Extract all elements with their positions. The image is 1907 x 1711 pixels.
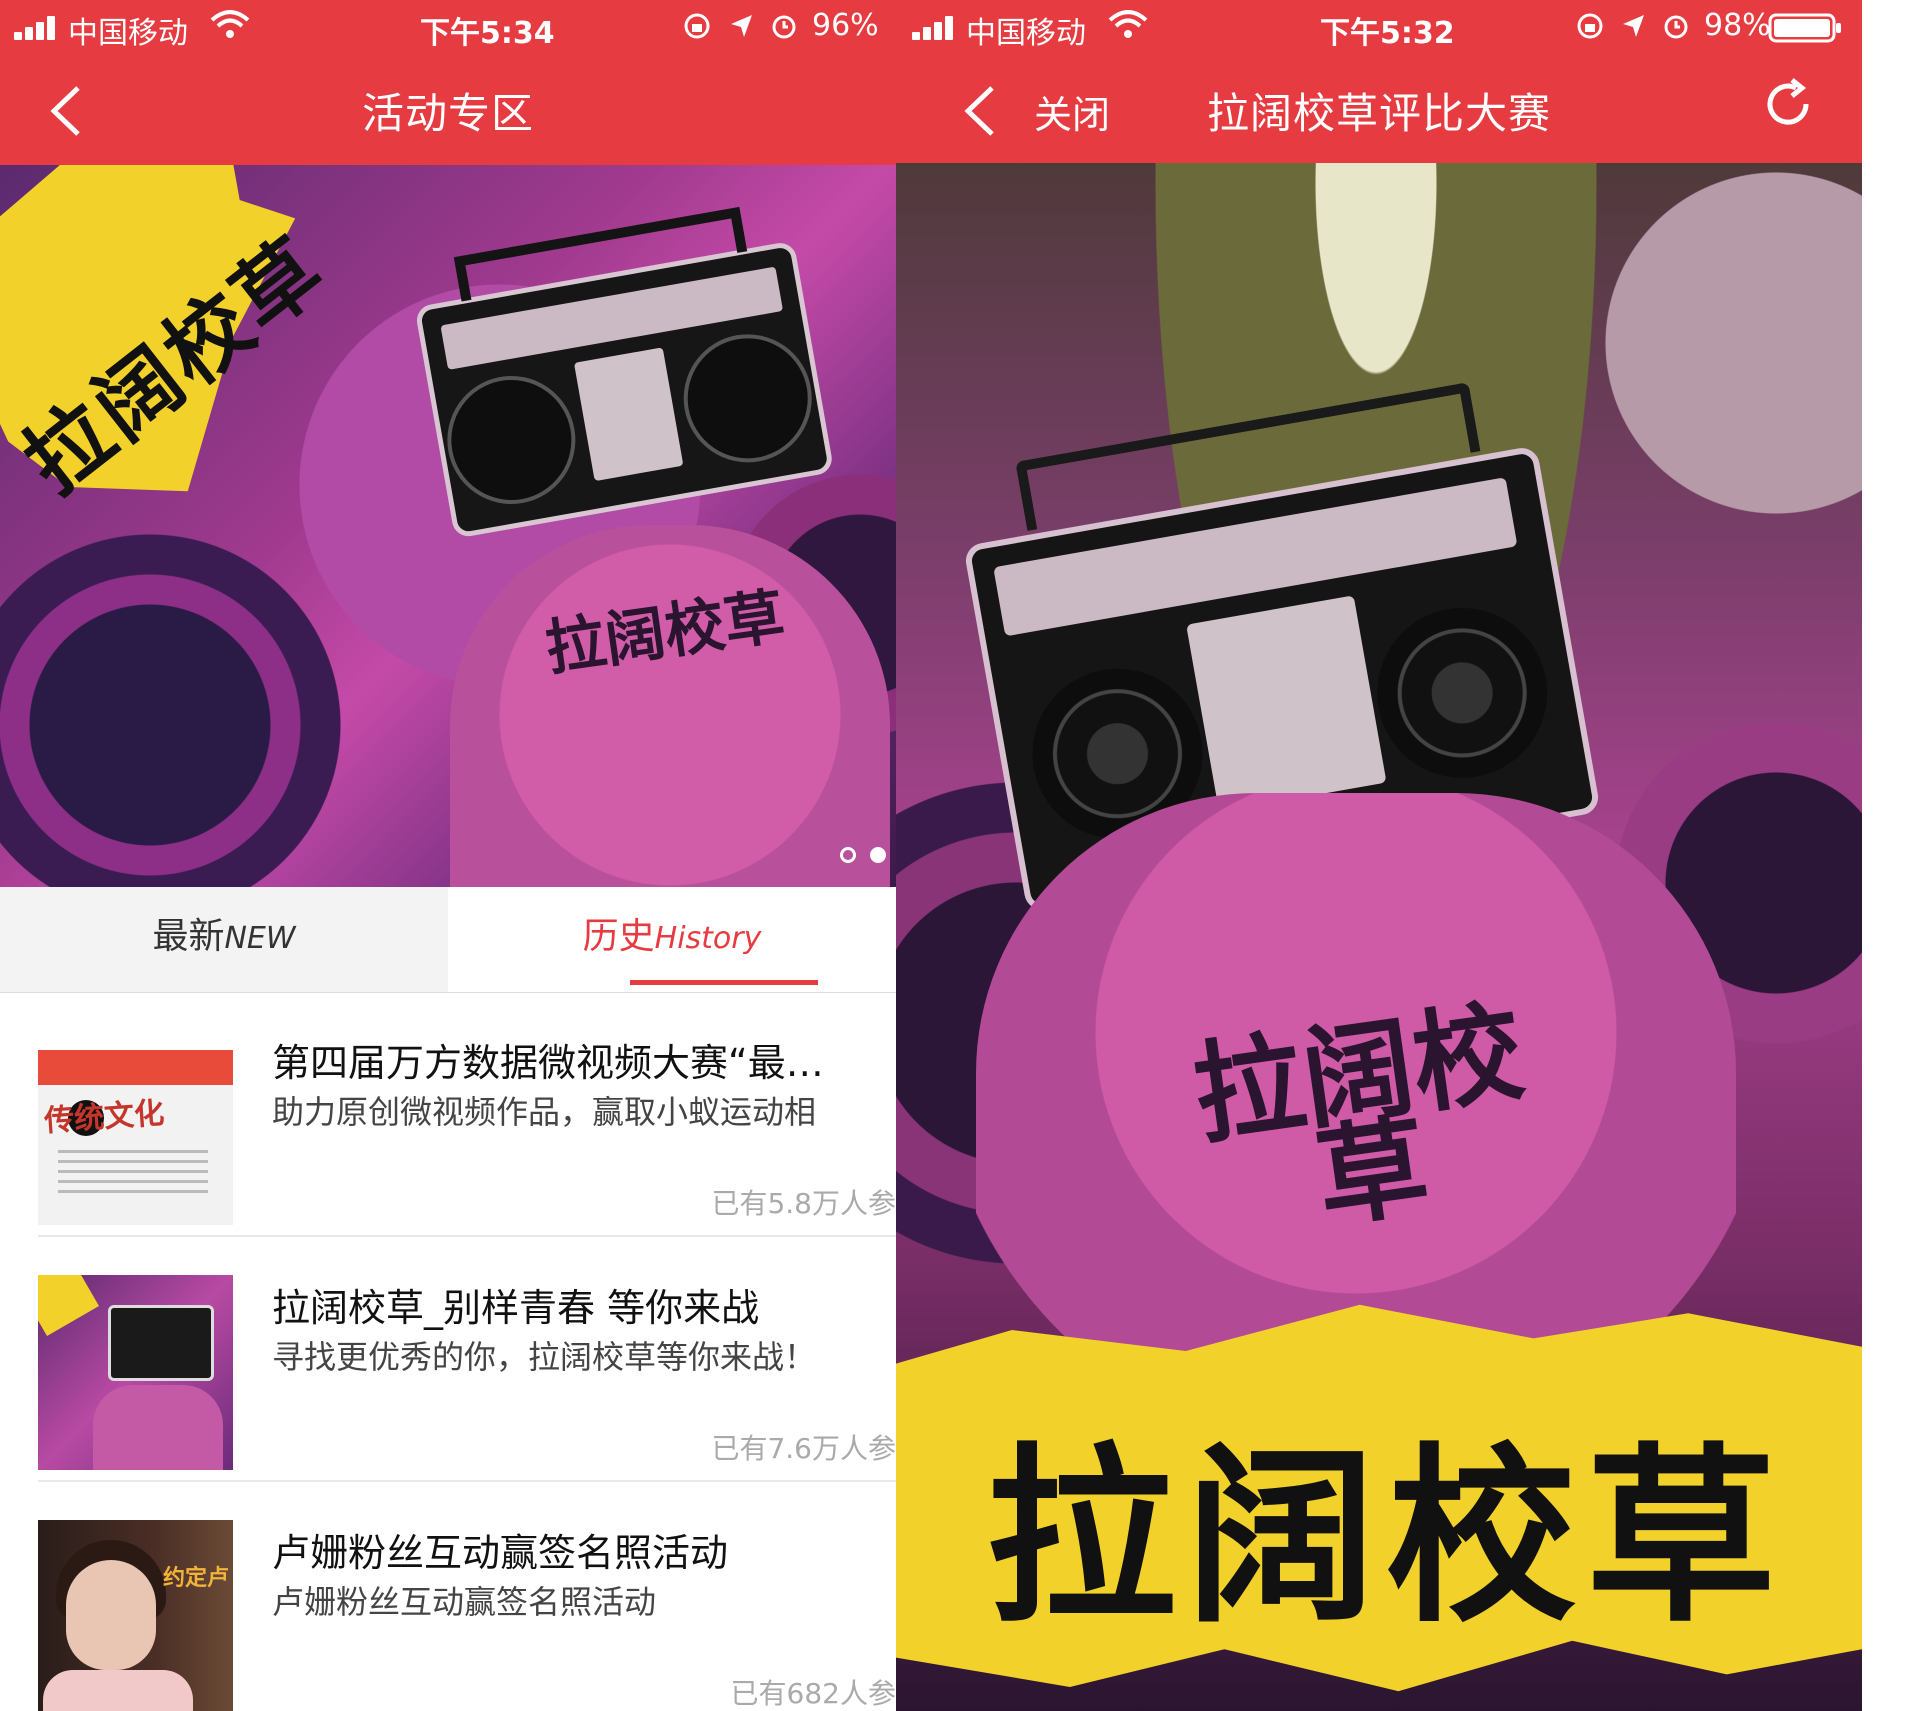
wifi-icon [1108,10,1148,38]
page-title: 拉阔校草评比大赛 [1206,89,1551,138]
right-screen: 中国移动 下午5:32 98% 关闭 拉阔校草评比大赛 拉阔校草 拉阔校草 [896,0,1862,1711]
item-title: 拉阔校草_别样青春 等你来战 [272,1286,760,1330]
boombox-image [416,206,832,537]
status-time: 下午5:32 [1320,16,1455,51]
battery-percent: 98% [1704,8,1771,43]
participant-count: 已有7.6万人参 [711,1432,896,1465]
carrier-label: 中国移动 [966,16,1086,51]
list-item[interactable]: 约定卢 卢姗粉丝互动赢签名照活动 卢姗粉丝互动赢签名照活动 已有682人参 [38,1482,896,1711]
tab-history-label-en: History [654,921,762,956]
status-bar: 中国移动 下午5:32 98% [896,0,1862,51]
rotation-lock-icon [1577,13,1603,39]
shirt-image [450,525,890,887]
item-description: 卢姗粉丝互动赢签名照活动 [272,1583,657,1621]
carousel-indicator[interactable] [836,839,896,869]
item-thumbnail: 约定卢 [38,1520,233,1711]
wifi-icon [210,10,250,38]
tab-history[interactable]: 历史History [448,887,896,992]
participant-count: 已有682人参 [730,1677,896,1710]
page-title: 活动专区 [361,89,534,138]
activity-banner[interactable]: 拉阔校草 拉阔校草 [0,165,896,887]
item-description: 寻找更优秀的你，拉阔校草等你来战！ [272,1338,817,1376]
carrier-label: 中国移动 [68,16,188,51]
tab-history-label-cn: 历史 [582,916,655,957]
list-item[interactable]: 拉阔校草_别样青春 等你来战 寻找更优秀的你，拉阔校草等你来战！ 已有7.6万人… [38,1237,896,1482]
signal-icon [912,16,960,40]
active-tab-indicator [630,980,818,985]
alarm-icon [1664,15,1688,39]
top-bar: 中国移动 下午5:34 96% 活动专区 [0,0,896,165]
tab-new-label-en: NEW [224,921,296,956]
rotation-lock-icon [684,13,710,39]
shirt-image: 拉阔校草 [976,793,1736,1393]
thumbnail-text: 传统文化 [43,1095,166,1140]
shirt-logo-text: 拉阔校草 [1185,986,1531,1244]
item-title: 卢姗粉丝互动赢签名照活动 [272,1531,729,1575]
list-item[interactable]: 传统文化 第四届万方数据微视频大赛“最… 助力原创微视频作品，赢取小蚁运动相 已… [38,992,896,1237]
refresh-icon[interactable] [1762,78,1814,130]
participant-count: 已有5.8万人参 [711,1187,896,1220]
item-thumbnail [38,1275,233,1470]
location-icon [1623,15,1644,37]
battery-icon [1768,13,1841,43]
poster-title: 拉阔校草 [985,1425,1786,1648]
thumbnail-text: 约定卢 [163,1566,230,1591]
tab-new-label-cn: 最新 [152,916,225,957]
item-thumbnail: 传统文化 [38,1030,233,1225]
tab-new[interactable]: 最新NEW [0,887,450,992]
alarm-icon [772,15,796,39]
signal-icon [14,16,62,40]
battery-percent: 96% [812,8,879,43]
location-icon [731,15,752,37]
status-time: 下午5:34 [420,16,555,51]
item-description: 助力原创微视频作品，赢取小蚁运动相 [272,1093,817,1131]
tab-bar: 最新NEW 历史History [0,887,896,993]
status-bar: 中国移动 下午5:34 96% [0,0,896,51]
item-title: 第四届万方数据微视频大赛“最… [272,1041,824,1085]
event-poster: 拉阔校草 拉阔校草 [896,163,1862,1711]
top-bar: 中国移动 下午5:32 98% 关闭 拉阔校草评比大赛 [896,0,1862,163]
left-screen: 中国移动 下午5:34 96% 活动专区 拉阔校草 拉阔校草 最新NEW 历史H… [0,0,896,1711]
